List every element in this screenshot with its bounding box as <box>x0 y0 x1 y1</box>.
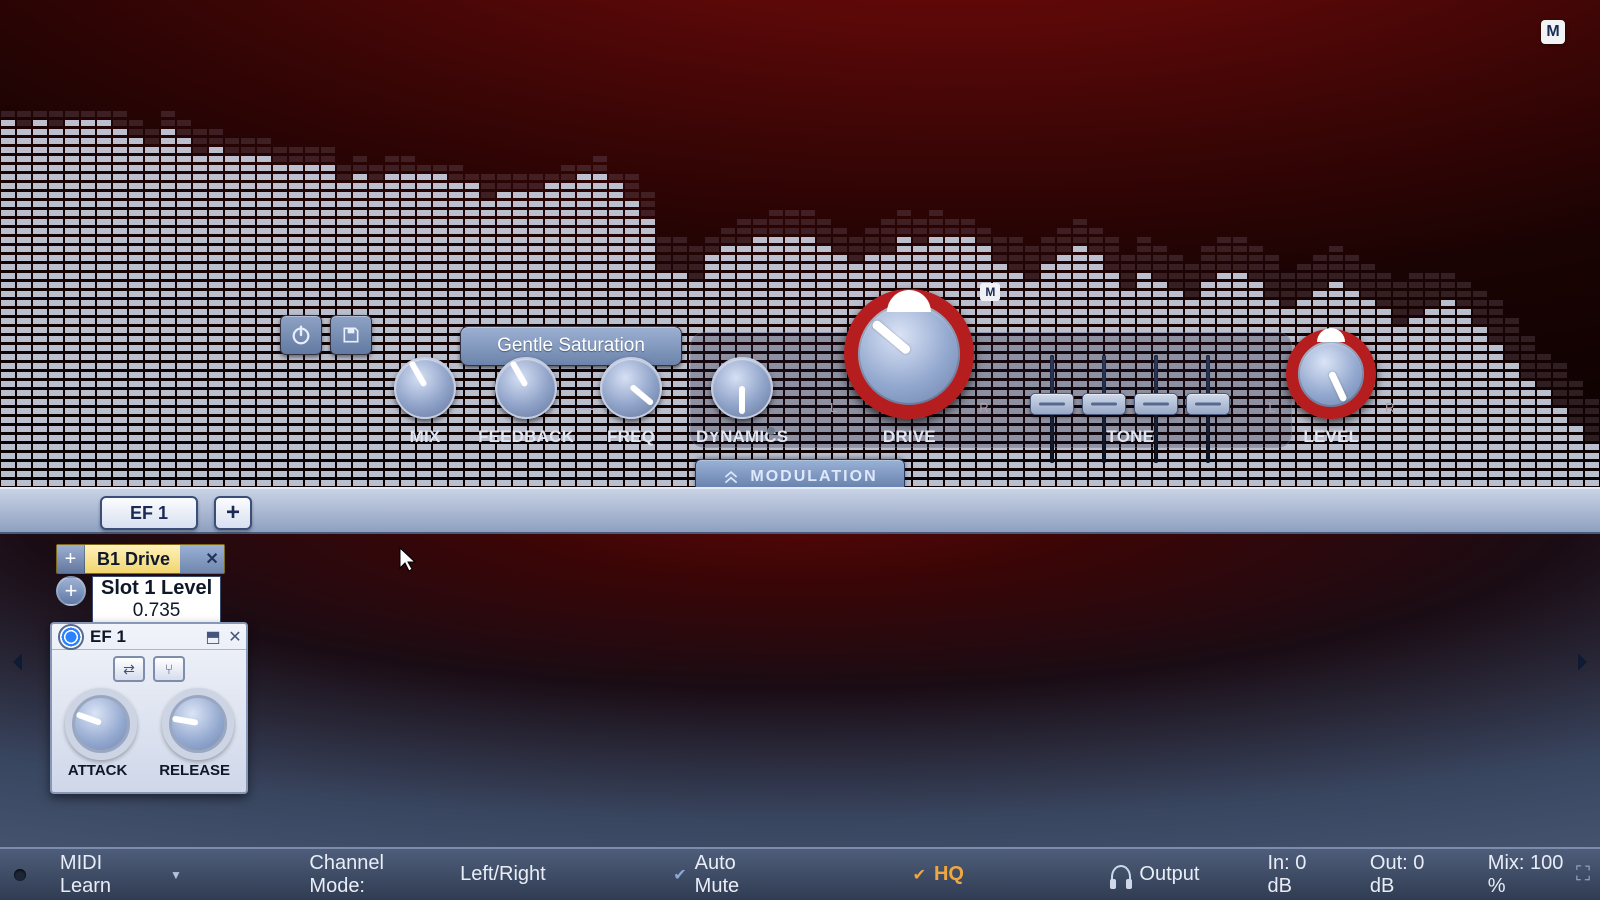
modulation-area: + B1 Drive ✕ + Slot 1 Level 0.735 EF 1 ⬒… <box>0 534 1600 847</box>
release-knob[interactable] <box>162 688 234 760</box>
output-gain[interactable]: Out: 0 dB <box>1370 852 1454 898</box>
link-tool-button[interactable]: ⇄ <box>113 656 145 682</box>
tone-slider-3[interactable] <box>1134 355 1178 415</box>
tone-slider-1[interactable] <box>1030 355 1074 415</box>
tone-slider-4[interactable] <box>1186 355 1230 415</box>
scroll-left[interactable] <box>4 642 30 682</box>
link-indicator: — <box>576 395 598 421</box>
feedback-knob[interactable]: FEEDBACK <box>478 357 574 447</box>
close-envelope-button[interactable]: ✕ <box>224 626 246 648</box>
add-slot-button[interactable]: + <box>56 576 86 606</box>
output-monitor[interactable]: Output <box>1111 863 1199 886</box>
channel-mode-label: Channel Mode: <box>309 852 444 898</box>
footer: MIDI Learn ▼ Channel Mode: Left/Right ✔A… <box>0 847 1600 900</box>
freq-knob[interactable]: FREQ <box>600 357 662 447</box>
m-badge[interactable]: M <box>1541 20 1565 44</box>
module-tab-ef1[interactable]: EF 1 <box>100 496 198 530</box>
remove-target-button[interactable]: ✕ <box>200 545 224 573</box>
headphones-icon <box>1111 865 1131 885</box>
input-gain[interactable]: In: 0 dB <box>1267 852 1335 898</box>
target-icon[interactable] <box>58 624 84 650</box>
add-target-button[interactable]: + <box>57 545 85 573</box>
chain-target-label: B1 Drive <box>87 549 180 570</box>
scroll-right[interactable] <box>1570 642 1596 682</box>
main-controls: MIX FEEDBACK — FREQ DYNAMICS M <box>0 287 1600 487</box>
floppy-icon <box>341 325 361 345</box>
mix-knob[interactable]: MIX <box>394 357 456 447</box>
pin-button[interactable]: ⬒ <box>202 626 224 648</box>
spectrum-area: M Gentle Saturation MIX <box>0 0 1600 487</box>
chain-target[interactable]: + B1 Drive ✕ <box>56 544 225 574</box>
chevron-up-double-icon <box>722 470 740 484</box>
midi-learn-dropdown[interactable]: MIDI Learn ▼ <box>60 852 182 898</box>
dynamics-knob[interactable]: DYNAMICS <box>696 357 788 447</box>
module-bar: EF 1 + <box>0 487 1600 534</box>
status-dot <box>14 869 26 881</box>
cursor-icon <box>398 546 418 572</box>
envelope-name: EF 1 <box>90 627 126 647</box>
auto-mute-toggle[interactable]: ✔Auto Mute <box>673 852 785 898</box>
drive-knob[interactable]: M L R DRIVE <box>844 289 974 447</box>
tone-slider-2[interactable] <box>1082 355 1126 415</box>
chevron-down-icon: ▼ <box>170 868 182 882</box>
power-button[interactable] <box>280 315 322 355</box>
save-preset-button[interactable] <box>330 315 372 355</box>
m-badge-small[interactable]: M <box>980 283 1000 301</box>
envelope-panel: EF 1 ⬒ ✕ ⇄ ⑂ ATTACK RELEASE <box>50 622 248 794</box>
chevron-left-icon <box>10 651 24 673</box>
grip-icon[interactable] <box>180 545 200 573</box>
add-module-button[interactable]: + <box>214 496 252 530</box>
chevron-right-icon <box>1576 651 1590 673</box>
tone-group: TONE <box>1030 355 1230 447</box>
branch-tool-button[interactable]: ⑂ <box>153 656 185 682</box>
hq-toggle[interactable]: ✔HQ <box>913 863 964 886</box>
attack-knob[interactable] <box>65 688 137 760</box>
power-icon <box>290 324 312 346</box>
channel-mode-value[interactable]: Left/Right <box>460 863 546 886</box>
expand-icon[interactable]: ⛶ <box>1572 864 1594 886</box>
level-knob[interactable]: L R LEVEL <box>1286 329 1376 447</box>
